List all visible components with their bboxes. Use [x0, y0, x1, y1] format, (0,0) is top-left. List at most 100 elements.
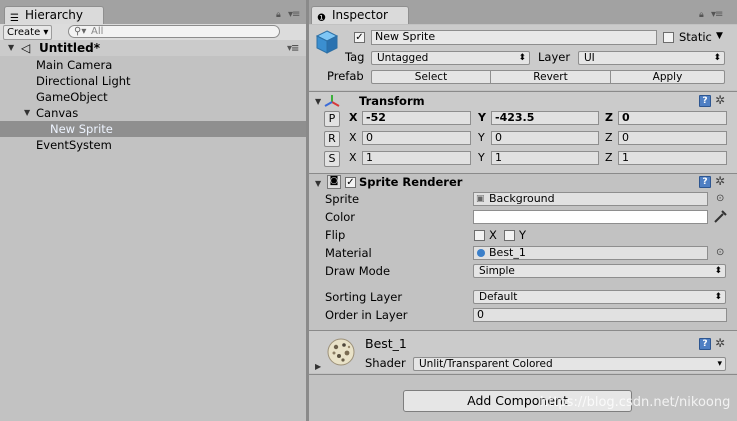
gameobject-cube-icon [315, 30, 339, 54]
layer-dropdown[interactable]: UI ⬍ [578, 51, 725, 65]
expand-triangle-icon[interactable]: ▼ [24, 105, 30, 121]
scale-reset-button[interactable]: S [324, 151, 340, 167]
tag-dropdown[interactable]: Untagged ⬍ [371, 51, 530, 65]
divider [309, 173, 737, 174]
collapse-triangle-icon[interactable]: ▼ [315, 97, 321, 106]
scale-x-field[interactable]: 1 [362, 151, 471, 165]
material-name: Best_1 [365, 336, 407, 351]
hierarchy-item-main-camera[interactable]: Main Camera [0, 57, 306, 73]
hierarchy-item-label: Main Camera [36, 58, 113, 72]
shader-label: Shader [365, 356, 406, 370]
hierarchy-item-gameobject[interactable]: GameObject [0, 89, 306, 105]
scale-y-field[interactable]: 1 [491, 151, 599, 165]
scene-menu-icon[interactable]: ▾≡ [287, 41, 299, 57]
scene-row[interactable]: ▼ ◁ Untitled* ▾≡ [0, 40, 306, 56]
static-dropdown-icon[interactable]: ▼ [716, 31, 723, 41]
hierarchy-item-label: GameObject [36, 90, 108, 104]
chevron-down-icon: ⬍ [714, 266, 722, 276]
chevron-down-icon: ⬍ [518, 53, 526, 63]
expand-triangle-icon[interactable]: ▼ [8, 40, 14, 56]
position-x-label: X [349, 111, 358, 124]
transform-axis-icon [324, 95, 340, 107]
sorting-layer-label: Sorting Layer [325, 290, 403, 304]
position-x-field[interactable]: -52 [362, 111, 471, 125]
tab-hierarchy[interactable]: ☰ Hierarchy [4, 6, 104, 24]
scene-name: Untitled* [39, 41, 100, 55]
sprite-field[interactable]: ▣ Background [473, 192, 708, 206]
inspector-tab-label: Inspector [332, 8, 388, 22]
rotation-y-field[interactable]: 0 [491, 131, 599, 145]
chevron-down-icon: ⬍ [713, 53, 721, 63]
object-picker-icon[interactable]: ⊙ [716, 193, 724, 204]
prefab-label: Prefab [327, 69, 364, 83]
hierarchy-item-directional-light[interactable]: Directional Light [0, 73, 306, 89]
eyedropper-icon[interactable] [713, 209, 727, 224]
prefab-select-button[interactable]: Select [371, 70, 491, 84]
help-icon[interactable]: ? [699, 95, 711, 107]
chevron-down-icon: ▾ [717, 359, 722, 369]
active-checkbox[interactable]: ✓ [354, 32, 365, 43]
hierarchy-search-input[interactable]: ⚲▾ All [68, 25, 280, 38]
help-icon[interactable]: ? [699, 176, 711, 188]
prefab-apply-button[interactable]: Apply [610, 70, 725, 84]
gear-icon[interactable]: ✲ [715, 337, 725, 349]
flip-x-label: X [489, 228, 497, 242]
sprite-renderer-enabled-checkbox[interactable]: ✓ [345, 177, 356, 188]
draw-mode-dropdown[interactable]: Simple ⬍ [473, 264, 726, 278]
rotation-x-label: X [349, 131, 357, 144]
flip-x-checkbox[interactable] [474, 230, 485, 241]
tab-inspector[interactable]: ❶ Inspector [311, 6, 409, 24]
position-y-field[interactable]: -423.5 [491, 111, 599, 125]
hierarchy-item-canvas[interactable]: ▼ Canvas [0, 105, 306, 121]
rotation-reset-button[interactable]: R [324, 131, 340, 147]
object-picker-icon[interactable]: ⊙ [716, 247, 724, 258]
help-icon[interactable]: ? [699, 338, 711, 350]
layer-label: Layer [538, 50, 571, 64]
panel-menu-icon[interactable]: ▾≡ [288, 9, 300, 20]
static-checkbox[interactable] [663, 32, 674, 43]
prefab-revert-button[interactable]: Revert [490, 70, 611, 84]
hierarchy-item-eventsystem[interactable]: EventSystem [0, 137, 306, 153]
sprite-value: Background [489, 192, 555, 205]
object-name-field[interactable]: New Sprite [371, 30, 657, 45]
gear-icon[interactable]: ✲ [715, 175, 725, 187]
color-swatch-field[interactable] [473, 210, 708, 224]
sprite-label: Sprite [325, 192, 360, 206]
shader-value: Unlit/Transparent Colored [419, 358, 553, 370]
panel-menu-icon[interactable]: ▾≡ [711, 9, 723, 20]
flip-y-checkbox[interactable] [504, 230, 515, 241]
rotation-x-field[interactable]: 0 [362, 131, 471, 145]
tag-label: Tag [345, 50, 365, 64]
hierarchy-item-label: Directional Light [36, 74, 131, 88]
hierarchy-toolbar: Create ▾ ⚲▾ All [0, 24, 306, 41]
scale-z-field[interactable]: 1 [618, 151, 727, 165]
sorting-layer-dropdown[interactable]: Default ⬍ [473, 290, 726, 304]
material-field[interactable]: Best_1 [473, 246, 708, 260]
hierarchy-item-label: EventSystem [36, 138, 112, 152]
rotation-y-label: Y [478, 131, 485, 144]
material-sphere-icon [477, 249, 485, 257]
order-in-layer-field[interactable]: 0 [473, 308, 727, 322]
create-button[interactable]: Create ▾ [3, 25, 53, 40]
unity-scene-icon: ◁ [21, 41, 31, 55]
chevron-down-icon: ⬍ [714, 292, 722, 302]
collapse-triangle-icon[interactable]: ▼ [315, 179, 321, 188]
gear-icon[interactable]: ✲ [715, 94, 725, 106]
lock-icon[interactable]: 🔒︎ [276, 10, 281, 20]
layer-value: UI [584, 52, 595, 64]
sprite-asset-icon: ▣ [476, 194, 485, 204]
draw-mode-value: Simple [479, 265, 515, 277]
hierarchy-item-new-sprite[interactable]: New Sprite [0, 121, 306, 137]
hierarchy-tab-label: Hierarchy [25, 8, 84, 22]
expand-triangle-icon[interactable]: ▶ [315, 362, 321, 371]
search-icon: ⚲▾ [74, 26, 87, 37]
draw-mode-label: Draw Mode [325, 264, 391, 278]
flip-label: Flip [325, 228, 346, 242]
shader-dropdown[interactable]: Unlit/Transparent Colored ▾ [413, 357, 726, 371]
position-reset-button[interactable]: P [324, 111, 340, 127]
rotation-z-field[interactable]: 0 [618, 131, 727, 145]
position-z-field[interactable]: 0 [618, 111, 727, 125]
tag-value: Untagged [377, 52, 429, 64]
lock-icon[interactable]: 🔒︎ [699, 10, 704, 20]
rotation-z-label: Z [605, 131, 613, 144]
